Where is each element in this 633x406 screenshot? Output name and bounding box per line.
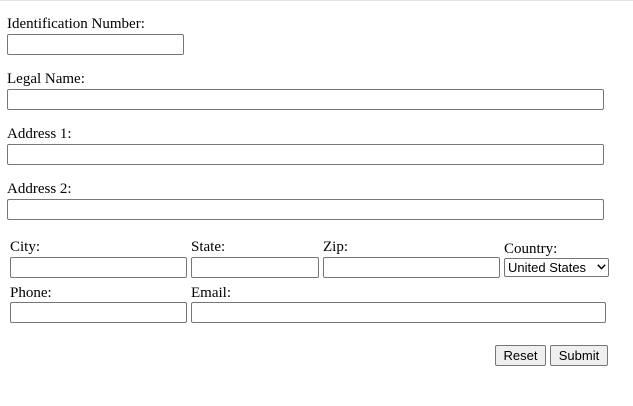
zip-label: Zip: — [323, 239, 348, 255]
state-input[interactable] — [191, 257, 319, 278]
submit-button[interactable]: Submit — [550, 345, 608, 366]
reset-button[interactable]: Reset — [495, 345, 546, 366]
top-divider — [0, 0, 633, 1]
zip-input[interactable] — [323, 257, 500, 278]
country-select[interactable]: United States — [504, 258, 609, 277]
address1-input[interactable] — [7, 144, 604, 165]
email-input[interactable] — [191, 302, 606, 323]
address1-label: Address 1: — [7, 126, 72, 142]
id-number-label: Identification Number: — [7, 16, 145, 32]
address2-label: Address 2: — [7, 181, 72, 197]
chevron-down-icon — [597, 263, 606, 273]
phone-input[interactable] — [10, 302, 187, 323]
country-selected-value: United States — [508, 260, 587, 275]
legal-name-input[interactable] — [7, 89, 604, 110]
id-number-input[interactable] — [7, 34, 184, 55]
legal-name-label: Legal Name: — [7, 71, 85, 87]
city-label: City: — [10, 239, 41, 255]
phone-label: Phone: — [10, 285, 52, 301]
city-input[interactable] — [10, 257, 187, 278]
address2-input[interactable] — [7, 199, 604, 220]
country-label: Country: — [504, 241, 558, 257]
email-label: Email: — [191, 285, 231, 301]
state-label: State: — [191, 239, 226, 255]
